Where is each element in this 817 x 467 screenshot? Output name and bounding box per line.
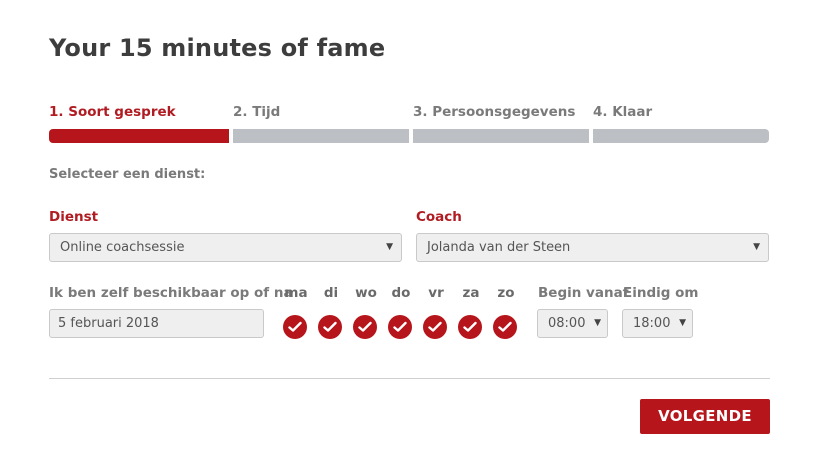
step-label: 1. Soort gesprek: [49, 104, 176, 120]
day-checkbox-di[interactable]: [318, 315, 342, 339]
day-label: za: [462, 285, 480, 301]
day-do: do: [386, 285, 416, 339]
day-checkbox-zo[interactable]: [493, 315, 517, 339]
step-bar: [593, 129, 769, 143]
begin-label: Begin vanaf: [538, 285, 629, 301]
begin-time-value: 08:00: [548, 316, 586, 331]
dienst-label: Dienst: [49, 209, 99, 225]
form-subheading: Selecteer een dienst:: [49, 167, 206, 182]
step-label: 2. Tijd: [233, 104, 281, 120]
step-label: 4. Klaar: [593, 104, 653, 120]
caret-down-icon: ▼: [594, 318, 601, 328]
progress-steps: 1. Soort gesprek 2. Tijd 3. Persoonsgege…: [49, 104, 769, 144]
checkmark-icon: [358, 321, 372, 332]
day-checkbox-vr[interactable]: [423, 315, 447, 339]
checkmark-icon: [393, 321, 407, 332]
availability-label: Ik ben zelf beschikbaar op of na: [49, 285, 293, 301]
coach-value: Jolanda van der Steen: [427, 240, 571, 255]
step-tijd[interactable]: 2. Tijd: [233, 104, 409, 144]
caret-down-icon: ▼: [753, 242, 760, 252]
begin-time-select[interactable]: 08:00 ▼: [537, 309, 608, 338]
step-label: 3. Persoonsgegevens: [413, 104, 576, 120]
coach-select[interactable]: Jolanda van der Steen ▼: [416, 233, 769, 262]
day-label: vr: [428, 285, 444, 301]
step-bar: [49, 129, 229, 143]
checkmark-icon: [463, 321, 477, 332]
day-label: zo: [497, 285, 515, 301]
step-klaar[interactable]: 4. Klaar: [593, 104, 769, 144]
end-time-value: 18:00: [633, 316, 671, 331]
end-time-select[interactable]: 18:00 ▼: [622, 309, 693, 338]
day-checkbox-ma[interactable]: [283, 315, 307, 339]
step-persoonsgegevens[interactable]: 3. Persoonsgegevens: [413, 104, 589, 144]
dienst-value: Online coachsessie: [60, 240, 185, 255]
checkmark-icon: [323, 321, 337, 332]
divider: [49, 378, 770, 379]
step-bar: [413, 129, 589, 143]
day-di: di: [316, 285, 346, 339]
day-za: za: [456, 285, 486, 339]
step-soort-gesprek[interactable]: 1. Soort gesprek: [49, 104, 229, 144]
day-checkbox-za[interactable]: [458, 315, 482, 339]
day-label: ma: [284, 285, 308, 301]
day-checkbox-wo[interactable]: [353, 315, 377, 339]
day-label: wo: [355, 285, 377, 301]
day-ma: ma: [281, 285, 311, 339]
caret-down-icon: ▼: [679, 318, 686, 328]
page-title: Your 15 minutes of fame: [49, 34, 386, 62]
checkmark-icon: [288, 321, 302, 332]
day-checkbox-do[interactable]: [388, 315, 412, 339]
day-label: do: [391, 285, 411, 301]
checkmark-icon: [428, 321, 442, 332]
day-label: di: [323, 285, 339, 301]
day-vr: vr: [421, 285, 451, 339]
day-wo: wo: [351, 285, 381, 339]
checkmark-icon: [498, 321, 512, 332]
dienst-select[interactable]: Online coachsessie ▼: [49, 233, 402, 262]
next-button[interactable]: VOLGENDE: [640, 399, 770, 434]
coach-label: Coach: [416, 209, 462, 225]
day-zo: zo: [491, 285, 521, 339]
availability-date-input[interactable]: 5 februari 2018: [49, 309, 264, 338]
caret-down-icon: ▼: [386, 242, 393, 252]
step-bar: [233, 129, 409, 143]
end-label: Eindig om: [623, 285, 699, 301]
